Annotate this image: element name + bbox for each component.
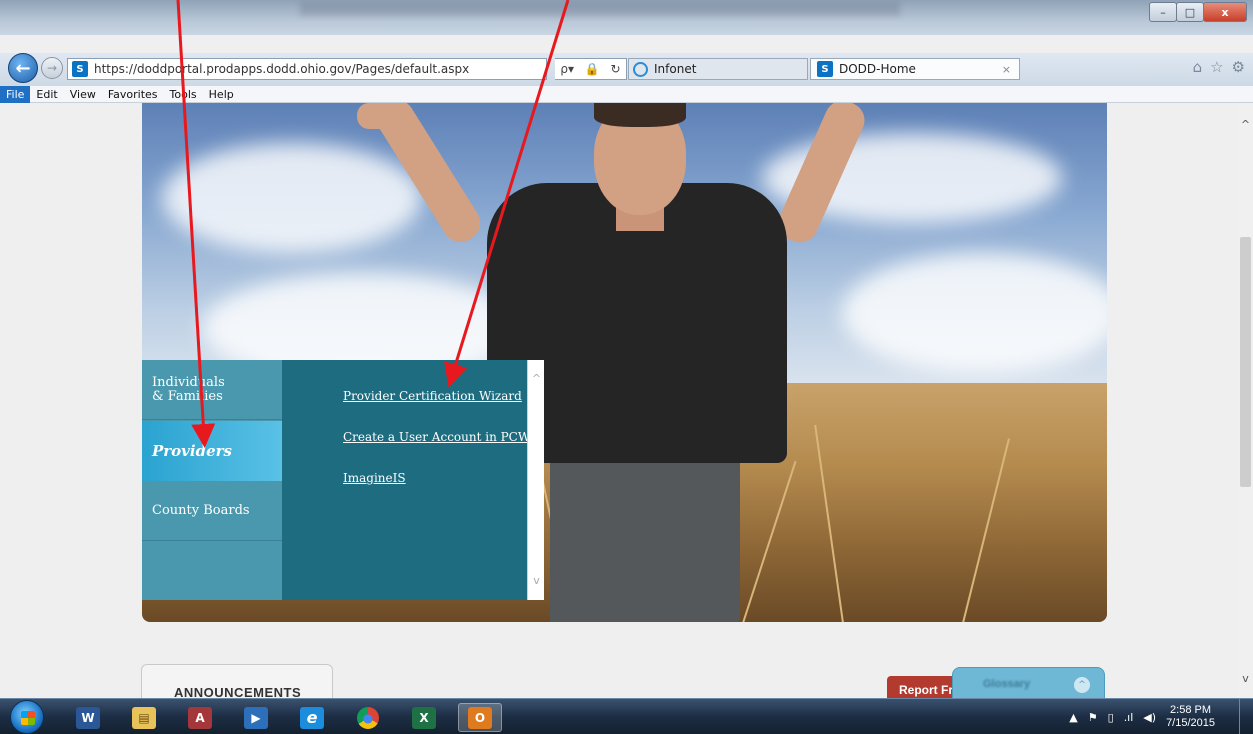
address-tools: ρ▾ 🔒 ↻ xyxy=(555,58,627,80)
audience-menu: Individuals & Families Providers County … xyxy=(142,360,307,600)
maximize-button[interactable]: □ xyxy=(1176,2,1204,22)
action-center-flag-icon[interactable]: ⚑ xyxy=(1088,711,1098,724)
word-icon: W xyxy=(76,706,100,729)
taskbar-chrome[interactable]: ● xyxy=(346,703,390,732)
browser-chrome: – □ x ← → S https://doddportal.prodapps.… xyxy=(0,0,1253,103)
browser-tools: ⌂ ☆ ⚙ xyxy=(1193,58,1245,76)
taskbar-outlook[interactable]: O xyxy=(458,703,502,732)
menu-item-individuals-families[interactable]: Individuals & Families xyxy=(142,360,282,420)
clock-time: 2:58 PM xyxy=(1170,704,1212,716)
tab-label: Infonet xyxy=(654,62,697,76)
refresh-icon[interactable]: ↻ xyxy=(611,62,621,76)
back-button[interactable]: ← xyxy=(8,53,38,83)
link-create-user-account-pcw[interactable]: Create a User Account in PCW xyxy=(343,430,530,444)
back-arrow-icon: ← xyxy=(15,57,31,79)
chevron-down-icon[interactable]: v xyxy=(528,572,545,588)
menu-favorites[interactable]: Favorites xyxy=(102,86,164,103)
tab-close-icon[interactable]: × xyxy=(1002,63,1011,76)
chevron-up-icon[interactable]: ^ xyxy=(1238,117,1253,131)
menu-bar: File Edit View Favorites Tools Help xyxy=(0,85,1253,103)
chevron-up-icon[interactable]: ^ xyxy=(528,370,545,386)
minimize-button[interactable]: – xyxy=(1149,2,1177,22)
volume-icon[interactable]: ◀) xyxy=(1143,711,1156,724)
taskbar-word[interactable]: W xyxy=(66,703,110,732)
address-url: https://doddportal.prodapps.dodd.ohio.go… xyxy=(94,62,470,76)
taskbar-media-player[interactable]: ▶ xyxy=(234,703,278,732)
menu-view[interactable]: View xyxy=(64,86,102,103)
providers-submenu: Provider Certification Wizard Create a U… xyxy=(282,360,530,600)
link-imagineis[interactable]: ImagineIS xyxy=(343,471,406,485)
chevron-up-icon[interactable]: ^ xyxy=(1074,677,1090,693)
tab-label: DODD-Home xyxy=(839,62,916,76)
scroll-thumb[interactable] xyxy=(1240,237,1251,487)
access-icon: A xyxy=(188,706,212,729)
window-controls: – □ x xyxy=(1149,2,1247,22)
menu-item-label-line1: Individuals xyxy=(152,375,225,390)
signal-icon[interactable]: .ıl xyxy=(1124,711,1134,724)
sharepoint-site-icon: S xyxy=(72,61,88,77)
submenu-scrollbar[interactable]: ^ v xyxy=(527,360,544,600)
chevron-down-icon[interactable]: v xyxy=(1238,671,1253,685)
menu-item-label: County Boards xyxy=(152,503,250,518)
menu-item-label: Providers xyxy=(152,442,232,460)
cloud xyxy=(842,253,1107,373)
search-icon[interactable]: ρ▾ xyxy=(560,62,574,76)
outlook-icon: O xyxy=(468,706,492,729)
lock-icon[interactable]: 🔒 xyxy=(585,62,600,76)
forward-arrow-icon: → xyxy=(46,61,58,75)
sharepoint-site-icon: S xyxy=(817,61,833,77)
ie-icon: e xyxy=(300,706,324,729)
favorites-star-icon[interactable]: ☆ xyxy=(1210,58,1223,76)
window-title-blur xyxy=(300,2,900,16)
menu-file[interactable]: File xyxy=(0,85,31,103)
glossary-panel[interactable]: Glossary ^ xyxy=(952,667,1105,701)
windows-logo-icon xyxy=(21,711,35,725)
menu-tools[interactable]: Tools xyxy=(164,86,203,103)
ie-icon xyxy=(633,61,648,77)
show-desktop-button[interactable] xyxy=(1239,699,1253,734)
glossary-label: Glossary xyxy=(983,678,1031,690)
clock[interactable]: 2:58 PM 7/15/2015 xyxy=(1166,704,1215,730)
media-player-icon: ▶ xyxy=(244,706,268,729)
taskbar-access[interactable]: A xyxy=(178,703,222,732)
show-hidden-icons-icon[interactable]: ▲ xyxy=(1069,711,1077,724)
taskbar-excel[interactable]: X xyxy=(402,703,446,732)
tab-dodd-home[interactable]: S DODD-Home × xyxy=(810,58,1020,80)
taskbar-internet-explorer[interactable]: e xyxy=(290,703,334,732)
home-icon[interactable]: ⌂ xyxy=(1193,58,1203,76)
menu-edit[interactable]: Edit xyxy=(30,86,63,103)
system-tray: ▲ ⚑ ▯ .ıl ◀) 2:58 PM 7/15/2015 xyxy=(1069,699,1215,734)
person-pants xyxy=(550,453,740,622)
menu-item-empty xyxy=(142,542,282,600)
clock-date: 7/15/2015 xyxy=(1166,717,1215,729)
battery-icon[interactable]: ▯ xyxy=(1108,711,1114,724)
page-scrollbar[interactable]: ^ v xyxy=(1238,103,1253,698)
menu-help[interactable]: Help xyxy=(203,86,240,103)
person-hair xyxy=(594,103,686,127)
start-button[interactable] xyxy=(10,700,44,734)
chrome-icon: ● xyxy=(357,706,379,729)
address-bar[interactable]: S https://doddportal.prodapps.dodd.ohio.… xyxy=(67,58,547,80)
link-provider-certification-wizard[interactable]: Provider Certification Wizard xyxy=(343,389,522,403)
person-left-hand xyxy=(357,103,411,129)
excel-icon: X xyxy=(412,706,436,729)
menu-item-label-line2: & Families xyxy=(152,389,223,404)
close-button[interactable]: x xyxy=(1203,2,1247,22)
page-content: Individuals & Families Providers County … xyxy=(0,103,1238,704)
windows-taskbar: W ▤ A ▶ e ● X O ▲ ⚑ ▯ .ıl ◀) 2:58 PM 7/1… xyxy=(0,698,1253,734)
menu-item-county-boards[interactable]: County Boards xyxy=(142,481,282,541)
forward-button[interactable]: → xyxy=(41,57,63,79)
cloud xyxy=(162,143,422,253)
window-frame: – □ x xyxy=(0,0,1253,35)
folder-icon: ▤ xyxy=(132,706,156,729)
taskbar-explorer[interactable]: ▤ xyxy=(122,703,166,732)
tab-infonet[interactable]: Infonet xyxy=(628,58,808,80)
gear-icon[interactable]: ⚙ xyxy=(1232,58,1245,76)
